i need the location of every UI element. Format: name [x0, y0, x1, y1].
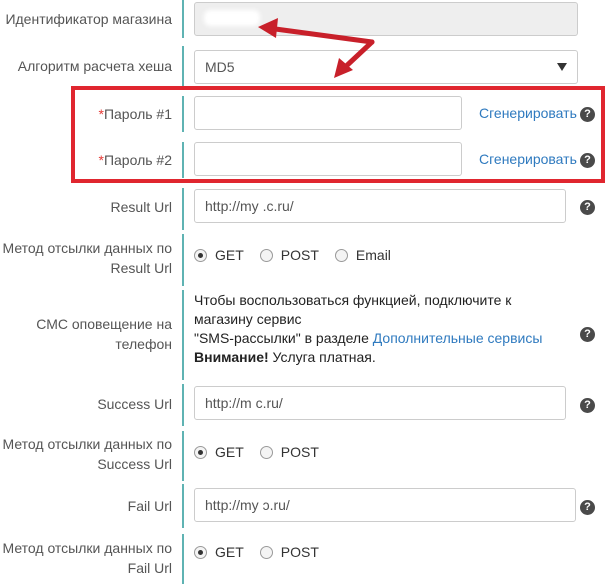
- radio-dot[interactable]: [194, 445, 207, 459]
- result-method-label-line1: Метод отсылки данных по: [2, 240, 172, 256]
- radio-dot[interactable]: [194, 545, 207, 559]
- radio-dot[interactable]: [259, 545, 273, 559]
- fail-method-label-line2: Fail Url: [127, 560, 172, 576]
- radio-email[interactable]: Email: [334, 247, 391, 263]
- radio-post[interactable]: POST: [259, 444, 319, 460]
- radio-label: GET: [215, 444, 244, 460]
- sms-label-line2: телефон: [115, 336, 172, 352]
- chevron-down-icon: [557, 63, 567, 71]
- sms-info-text: Чтобы воспользоваться функцией, подключи…: [194, 291, 564, 367]
- radio-label: Email: [355, 247, 391, 263]
- divider: [182, 46, 184, 86]
- sms-text-line3-a: "SMS-рассылки" в разделе: [194, 330, 373, 346]
- success-url-input[interactable]: http://m c.ru/: [194, 386, 566, 420]
- fail-method-label: Метод отсылки данных по Fail Url: [0, 538, 180, 578]
- result-method-label-line2: Result Url: [110, 260, 172, 276]
- radio-label: GET: [215, 544, 244, 560]
- question-circle-icon[interactable]: ?: [580, 500, 595, 515]
- result-method-label: Метод отсылки данных по Result Url: [0, 238, 180, 278]
- radio-dot[interactable]: [194, 248, 207, 262]
- fail-method-radios: GET POST: [194, 544, 335, 560]
- success-method-label: Метод отсылки данных по Success Url: [0, 434, 180, 474]
- sms-text-line3: "SMS-рассылки" в разделе Дополнительные …: [194, 329, 564, 348]
- sms-warning: Внимание!: [194, 349, 269, 365]
- shop-settings-form: Идентификатор магазина Алгоритм расчета …: [0, 0, 608, 584]
- redacted-shop-id: [204, 10, 260, 26]
- radio-label: POST: [280, 444, 319, 460]
- hash-algo-value: MD5: [205, 59, 235, 75]
- hash-algo-label: Алгоритм расчета хеша: [17, 58, 172, 74]
- radio-dot[interactable]: [259, 248, 273, 262]
- divider: [182, 0, 184, 38]
- radio-label: POST: [280, 247, 319, 263]
- sms-warning-rest: Услуга платная.: [268, 349, 376, 365]
- sms-text-line1: Чтобы воспользоваться функцией, подключи…: [194, 292, 512, 308]
- question-circle-icon[interactable]: ?: [580, 327, 595, 342]
- divider: [182, 431, 184, 481]
- sms-label-line1: СМС оповещение на: [36, 316, 172, 332]
- radio-label: GET: [215, 247, 244, 263]
- radio-dot[interactable]: [334, 248, 348, 262]
- radio-label: POST: [280, 544, 319, 560]
- sms-text-line4: Внимание! Услуга платная.: [194, 348, 564, 367]
- radio-get[interactable]: GET: [194, 544, 244, 560]
- success-method-label-line1: Метод отсылки данных по: [2, 436, 172, 452]
- shop-id-label: Идентификатор магазина: [5, 11, 172, 27]
- hash-algo-select[interactable]: MD5: [194, 50, 578, 84]
- divider: [182, 234, 184, 286]
- success-method-label-line2: Success Url: [97, 456, 172, 472]
- question-circle-icon[interactable]: ?: [580, 398, 595, 413]
- radio-get[interactable]: GET: [194, 247, 244, 263]
- fail-url-input[interactable]: http://my ᴐ.ru/: [194, 488, 576, 522]
- fail-url-label: Fail Url: [127, 498, 172, 514]
- result-url-label: Result Url: [110, 199, 172, 215]
- additional-services-link[interactable]: Дополнительные сервисы: [373, 330, 543, 346]
- success-method-radios: GET POST: [194, 444, 335, 460]
- sms-label: СМС оповещение на телефон: [0, 314, 180, 354]
- radio-get[interactable]: GET: [194, 444, 244, 460]
- fail-method-label-line1: Метод отсылки данных по: [2, 540, 172, 556]
- question-circle-icon[interactable]: ?: [580, 200, 595, 215]
- divider: [182, 290, 184, 380]
- result-url-input[interactable]: http://my .c.ru/: [194, 189, 566, 223]
- divider: [182, 384, 184, 426]
- result-method-radios: GET POST Email: [194, 247, 407, 263]
- divider: [182, 534, 184, 584]
- highlight-box: [71, 86, 605, 183]
- radio-dot[interactable]: [259, 445, 273, 459]
- divider: [182, 188, 184, 230]
- sms-text-line2: магазину сервис: [194, 311, 302, 327]
- radio-post[interactable]: POST: [259, 544, 319, 560]
- radio-post[interactable]: POST: [259, 247, 319, 263]
- success-url-label: Success Url: [97, 396, 172, 412]
- divider: [182, 484, 184, 528]
